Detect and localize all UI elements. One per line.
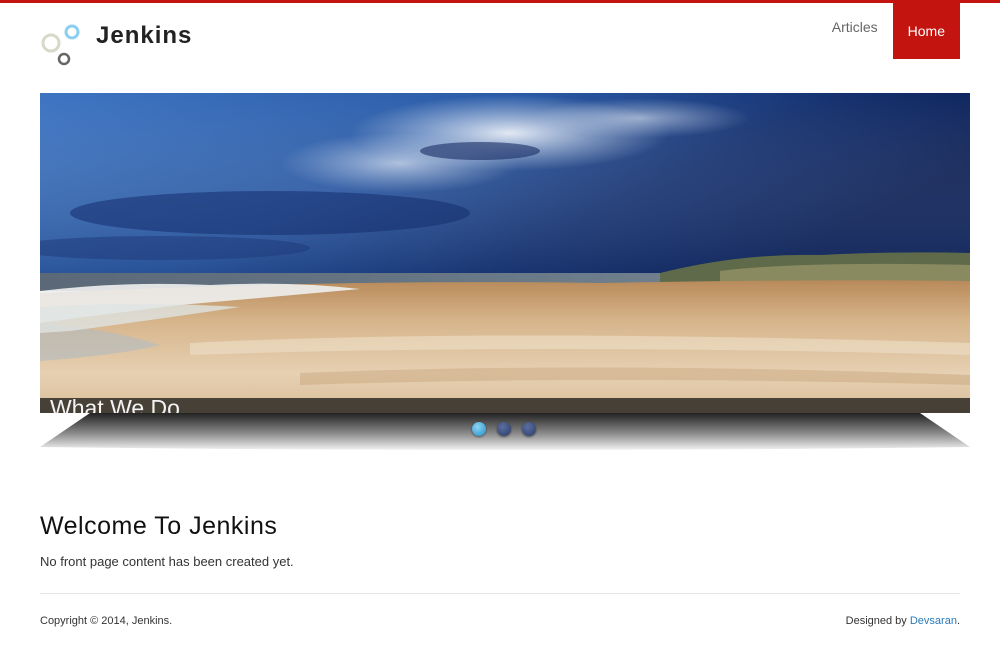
page-title: Welcome To Jenkins: [40, 512, 278, 540]
slide-caption-bar: What We Do: [40, 398, 970, 413]
beach-landscape-image: [40, 93, 970, 413]
slider-pager: [472, 422, 536, 436]
main-nav: Articles Home: [817, 3, 960, 59]
slide-caption: What We Do: [50, 398, 180, 413]
footer-divider: [40, 593, 960, 594]
copyright-text: Copyright © 2014, Jenkins.: [40, 615, 173, 627]
nav-item-articles[interactable]: Articles: [817, 0, 893, 55]
slider-dot-3[interactable]: [522, 422, 536, 436]
designed-by-label: Designed by: [845, 615, 910, 627]
image-slider[interactable]: What We Do: [40, 93, 970, 413]
site-name[interactable]: Jenkins: [96, 22, 192, 50]
designer-credit: Designed by Devsaran.: [846, 615, 960, 627]
nav-item-home[interactable]: Home: [892, 3, 960, 59]
bubbles-logo-icon: [41, 24, 80, 66]
page-body-text: No front page content has been created y…: [40, 554, 294, 569]
designer-link[interactable]: Devsaran: [910, 615, 957, 627]
slider-dot-1[interactable]: [472, 422, 486, 436]
site-logo[interactable]: [40, 22, 84, 68]
slider-dot-2[interactable]: [497, 422, 511, 436]
credit-suffix: .: [956, 615, 960, 627]
